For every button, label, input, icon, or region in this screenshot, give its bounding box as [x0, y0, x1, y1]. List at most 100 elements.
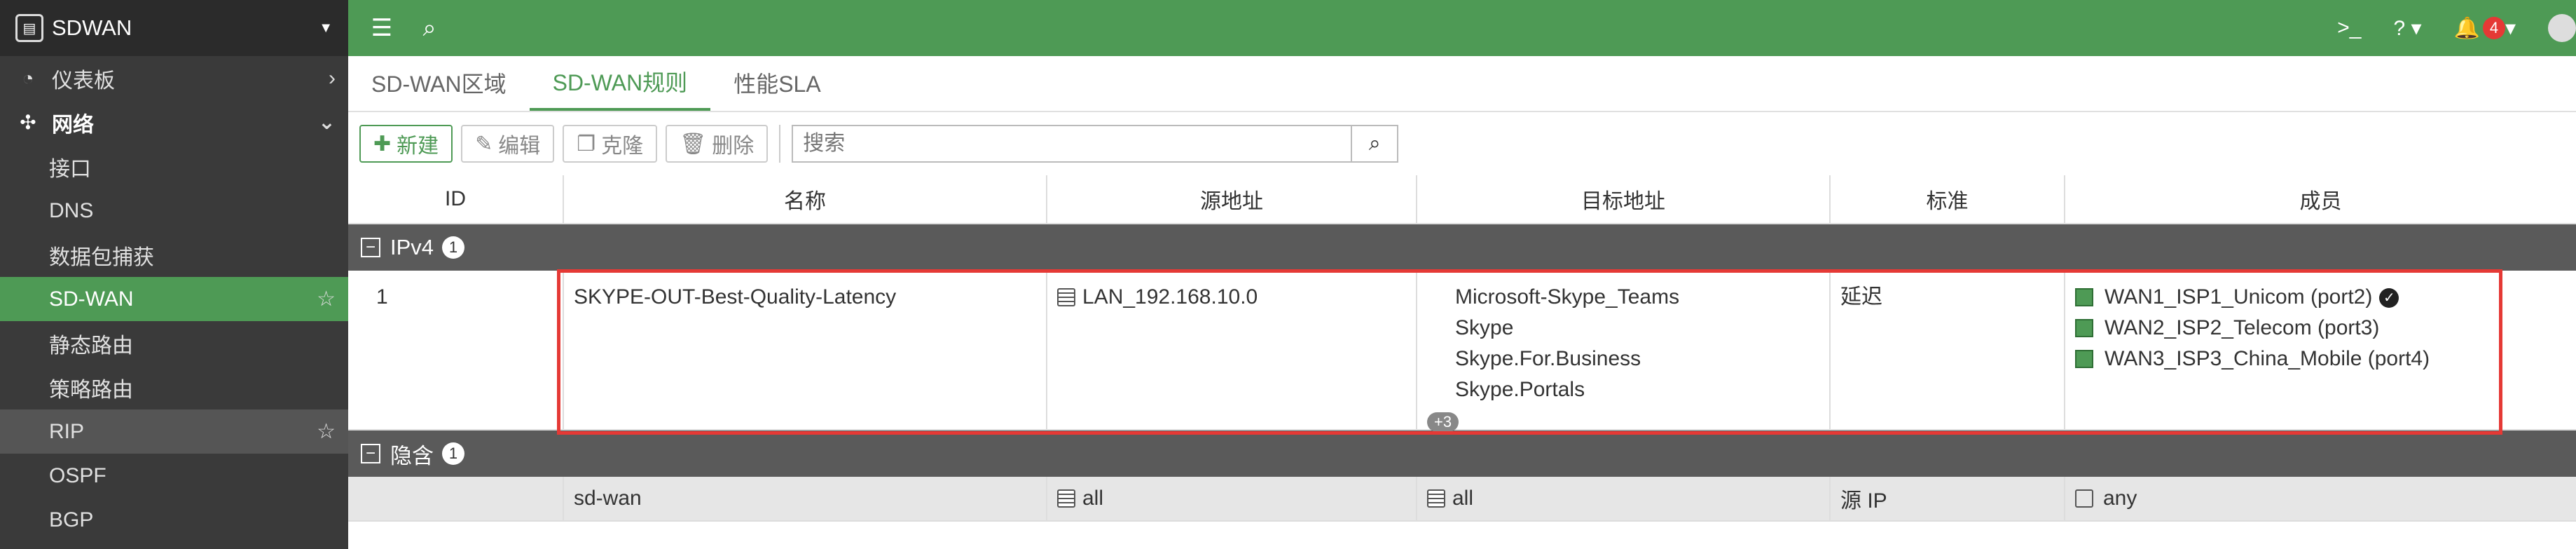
notification-count-badge: 4 [2482, 17, 2505, 39]
column-header-members[interactable]: 成员 [2065, 175, 2576, 223]
search-input[interactable] [792, 125, 1353, 163]
toolbar: ✚ 新建 ✎ 编辑 ❐ 克隆 🗑 删除 ⌕ [348, 112, 2576, 175]
new-button-label: 新建 [397, 135, 439, 158]
group-count-badge: 1 [442, 236, 465, 259]
member-item: WAN1_ISP1_Unicom (port2) ✓ [2075, 282, 2566, 313]
sidebar-item-packet-capture[interactable]: 数据包捕获 [0, 233, 348, 277]
sidebar-item-label: 接口 [49, 157, 91, 181]
destination-item: Skype.Portals [1455, 378, 1585, 401]
sidebar-item-interfaces[interactable]: 接口 [0, 144, 348, 189]
address-icon [1427, 489, 1445, 508]
collapse-icon[interactable]: − [361, 238, 380, 257]
sidebar-item-label: SD-WAN [49, 287, 134, 311]
tab-bar: SD-WAN区域 SD-WAN规则 性能SLA [348, 56, 2576, 112]
rule-source: LAN_192.168.10.0 [1047, 271, 1417, 429]
member-label: WAN1_ISP1_Unicom (port2) [2105, 285, 2373, 309]
sidebar-item-policy-routes[interactable]: 策略路由 [0, 365, 348, 409]
caret-down-icon: ▼ [319, 20, 333, 36]
sidebar-item-label: 网络 [52, 113, 94, 137]
column-header-id[interactable]: ID [348, 175, 564, 223]
caret-down-icon: ▾ [2505, 16, 2516, 40]
star-icon[interactable]: ☆ [317, 287, 336, 311]
destination-list: Microsoft-Skype_Teams Skype Skype.For.Bu… [1427, 282, 1819, 405]
more-destinations-badge[interactable]: +3 [1427, 412, 1459, 432]
rule-name: SKYPE-OUT-Best-Quality-Latency [564, 271, 1047, 429]
column-header-source[interactable]: 源地址 [1047, 175, 1417, 223]
trash-icon: 🗑 [680, 132, 707, 156]
rule-members: WAN1_ISP1_Unicom (port2) ✓ WAN2_ISP2_Tele… [2065, 271, 2576, 429]
toolbar-divider [779, 125, 781, 163]
tab-sdwan-zones[interactable]: SD-WAN区域 [348, 55, 530, 111]
rule-criteria: 延迟 [1831, 271, 2065, 429]
column-header-name[interactable]: 名称 [564, 175, 1047, 223]
tab-performance-sla[interactable]: 性能SLA [710, 55, 844, 111]
sidebar-item-label: 仪表板 [52, 69, 115, 93]
sidebar-item-network[interactable]: ✣ 网络 ⌄ [0, 100, 348, 144]
checkbox-icon [2075, 489, 2093, 508]
network-icon: ✣ [20, 111, 36, 133]
address-icon [1057, 288, 1075, 306]
dashboard-icon: ◔ [22, 67, 34, 89]
notifications-button[interactable]: 🔔 4 ▾ [2454, 16, 2516, 41]
search-icon[interactable]: ⌕ [415, 15, 443, 42]
sidebar-item-sdwan[interactable]: SD-WAN ☆ [0, 277, 348, 321]
pencil-icon: ✎ [475, 132, 493, 156]
tab-sdwan-rules[interactable]: SD-WAN规则 [529, 55, 711, 111]
menu-icon[interactable]: ☰ [368, 14, 396, 42]
collapse-icon[interactable]: − [361, 444, 380, 463]
implicit-name: sd-wan [564, 477, 1047, 520]
implicit-source-value: all [1082, 487, 1104, 510]
destination-item: Microsoft-Skype_Teams [1455, 285, 1680, 309]
table-row-implicit[interactable]: sd-wan all all 源 IP any [348, 477, 2576, 522]
device-icon: ▤ [15, 14, 43, 42]
group-label: 隐含 [390, 443, 434, 468]
destination-item: Skype [1455, 316, 1514, 339]
clone-icon: ❐ [577, 132, 596, 156]
table-row[interactable]: 1 SKYPE-OUT-Best-Quality-Latency LAN_192… [348, 271, 2576, 432]
column-header-criteria[interactable]: 标准 [1831, 175, 2065, 223]
interface-icon [2075, 319, 2093, 337]
member-item: WAN3_ISP3_China_Mobile (port4) [2075, 344, 2566, 374]
search-button[interactable]: ⌕ [1352, 125, 1399, 163]
sidebar-item-label: 策略路由 [49, 378, 133, 402]
implicit-criteria: 源 IP [1831, 477, 2065, 520]
edit-button[interactable]: ✎ 编辑 [461, 125, 555, 163]
clone-button-label: 克隆 [601, 135, 644, 158]
sidebar-header[interactable]: ▤ SDWAN ▼ [0, 0, 348, 56]
group-header-implicit[interactable]: − 隐含 1 [348, 431, 2576, 477]
group-header-ipv4[interactable]: − IPv4 1 [348, 224, 2576, 271]
destination-item: Skype.For.Business [1455, 347, 1641, 370]
sidebar-item-ospf[interactable]: OSPF [0, 454, 348, 498]
implicit-member: any [2065, 477, 2576, 520]
chevron-down-icon: ⌄ [317, 111, 336, 134]
sidebar-item-label: 静态路由 [49, 334, 133, 358]
sidebar-item-rip[interactable]: RIP ☆ [0, 409, 348, 454]
delete-button-label: 删除 [712, 135, 755, 158]
clone-button[interactable]: ❐ 克隆 [563, 125, 658, 163]
address-icon [1057, 489, 1075, 508]
rule-id: 1 [348, 271, 564, 429]
search-icon: ⌕ [1368, 132, 1381, 155]
avatar[interactable] [2548, 14, 2576, 42]
sidebar-item-bgp[interactable]: BGP [0, 498, 348, 542]
plus-icon: ✚ [373, 132, 392, 156]
star-icon[interactable]: ☆ [317, 419, 336, 444]
rule-source-value: LAN_192.168.10.0 [1082, 285, 1258, 309]
sidebar-item-dns[interactable]: DNS [0, 189, 348, 233]
help-icon[interactable]: ? ▾ [2394, 16, 2422, 41]
sidebar-item-label: RIP [49, 419, 85, 443]
column-header-destination[interactable]: 目标地址 [1417, 175, 1831, 223]
implicit-destination: all [1417, 477, 1831, 520]
device-title: SDWAN [52, 15, 132, 40]
member-item: WAN2_ISP2_Telecom (port3) [2075, 313, 2566, 344]
chevron-right-icon: › [329, 66, 336, 90]
sidebar-item-dashboard[interactable]: ◔ 仪表板 › [0, 56, 348, 100]
member-label: WAN3_ISP3_China_Mobile (port4) [2105, 347, 2430, 370]
cli-console-icon[interactable]: >_ [2337, 16, 2361, 40]
sidebar-item-label: BGP [49, 508, 94, 531]
new-button[interactable]: ✚ 新建 [359, 125, 453, 163]
check-circle-icon: ✓ [2379, 288, 2399, 308]
interface-icon [2075, 288, 2093, 306]
delete-button[interactable]: 🗑 删除 [666, 125, 769, 163]
sidebar-item-static-routes[interactable]: 静态路由 [0, 321, 348, 365]
